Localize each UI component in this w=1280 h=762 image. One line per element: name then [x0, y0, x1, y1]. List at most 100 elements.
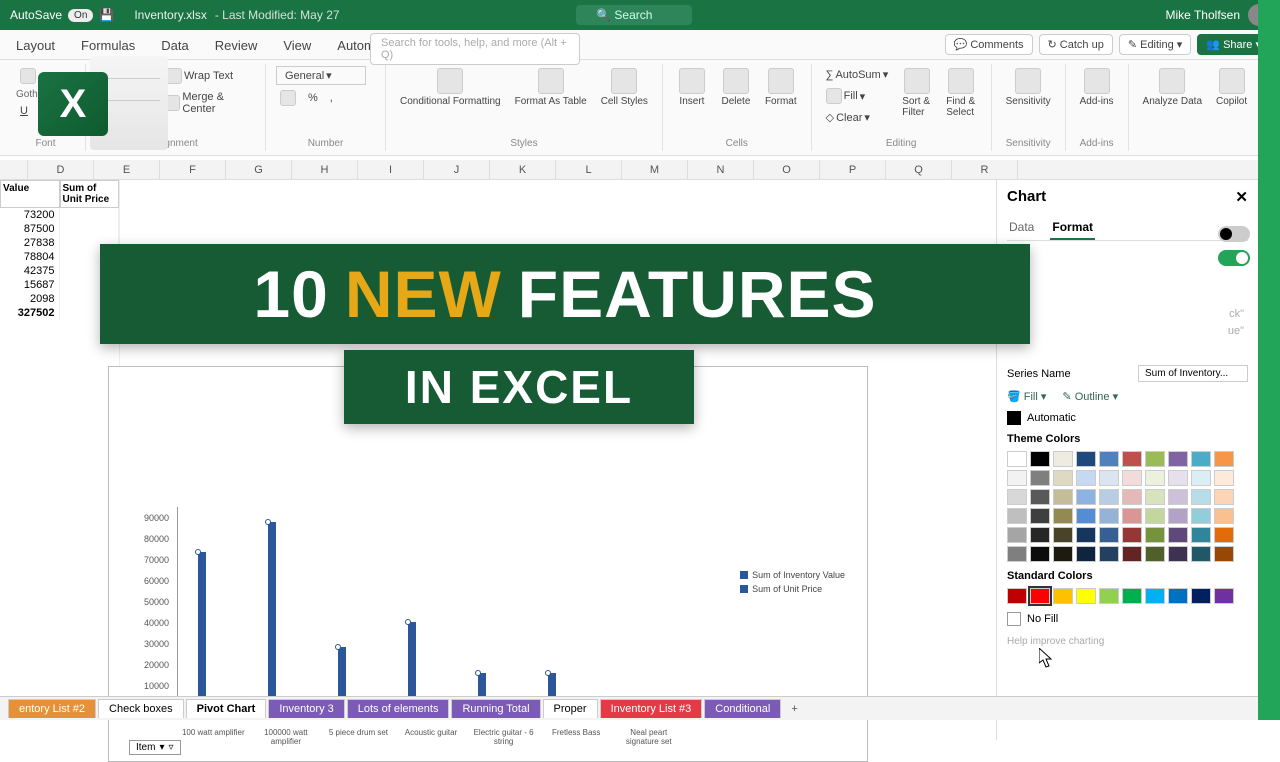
toggle-1[interactable]: [1218, 226, 1250, 242]
conditional-formatting-button[interactable]: Conditional Formatting: [396, 66, 505, 109]
color-swatch[interactable]: [1053, 546, 1073, 562]
color-swatch[interactable]: [1145, 527, 1165, 543]
color-swatch[interactable]: [1122, 527, 1142, 543]
clear-button[interactable]: ◇ Clear ▾: [822, 109, 893, 126]
percent-button[interactable]: %: [304, 88, 322, 108]
color-swatch[interactable]: [1030, 588, 1050, 604]
color-swatch[interactable]: [1030, 489, 1050, 505]
editing-button[interactable]: ✎ Editing ▾: [1119, 34, 1191, 55]
color-swatch[interactable]: [1191, 451, 1211, 467]
col-G[interactable]: G: [226, 160, 292, 179]
color-swatch[interactable]: [1076, 451, 1096, 467]
color-swatch[interactable]: [1099, 588, 1119, 604]
color-swatch[interactable]: [1191, 527, 1211, 543]
color-swatch[interactable]: [1076, 508, 1096, 524]
color-swatch[interactable]: [1214, 489, 1234, 505]
color-swatch[interactable]: [1007, 470, 1027, 486]
color-swatch[interactable]: [1145, 489, 1165, 505]
toggle-2[interactable]: [1218, 250, 1250, 266]
currency-button[interactable]: [276, 88, 300, 108]
color-swatch[interactable]: [1122, 546, 1142, 562]
chart-filter-dropdown[interactable]: Item▾▿: [129, 740, 181, 755]
sort-filter-button[interactable]: Sort & Filter: [898, 66, 936, 120]
tab-review[interactable]: Review: [205, 32, 268, 59]
color-swatch[interactable]: [1168, 489, 1188, 505]
col-P[interactable]: P: [820, 160, 886, 179]
color-swatch[interactable]: [1076, 470, 1096, 486]
automatic-color[interactable]: Automatic: [1007, 411, 1248, 425]
col-Q[interactable]: Q: [886, 160, 952, 179]
color-swatch[interactable]: [1122, 470, 1142, 486]
sheet-tab[interactable]: Pivot Chart: [186, 699, 267, 718]
color-swatch[interactable]: [1007, 508, 1027, 524]
sheet-tab[interactable]: Running Total: [451, 699, 540, 718]
col-I[interactable]: I: [358, 160, 424, 179]
color-swatch[interactable]: [1122, 489, 1142, 505]
fill-button[interactable]: Fill ▾: [822, 86, 893, 106]
color-swatch[interactable]: [1122, 451, 1142, 467]
chart-legend[interactable]: Sum of Inventory Value Sum of Unit Price: [740, 567, 845, 597]
color-swatch[interactable]: [1191, 470, 1211, 486]
color-swatch[interactable]: [1030, 470, 1050, 486]
col-L[interactable]: L: [556, 160, 622, 179]
color-swatch[interactable]: [1053, 470, 1073, 486]
comments-button[interactable]: 💬 Comments: [945, 34, 1033, 55]
color-swatch[interactable]: [1191, 588, 1211, 604]
col-F[interactable]: F: [160, 160, 226, 179]
analyze-data-button[interactable]: Analyze Data: [1139, 66, 1206, 109]
col-R[interactable]: R: [952, 160, 1018, 179]
insert-button[interactable]: Insert: [673, 66, 711, 109]
color-swatch[interactable]: [1145, 451, 1165, 467]
sensitivity-button[interactable]: Sensitivity: [1002, 66, 1055, 109]
filename[interactable]: Inventory.xlsx: [134, 8, 206, 22]
color-swatch[interactable]: [1030, 527, 1050, 543]
panel-toggles[interactable]: [1218, 226, 1250, 266]
color-swatch[interactable]: [1145, 588, 1165, 604]
titlebar-search[interactable]: 🔍 Search: [576, 5, 692, 25]
color-swatch[interactable]: [1030, 451, 1050, 467]
add-sheet-button[interactable]: +: [783, 700, 805, 718]
color-swatch[interactable]: [1053, 451, 1073, 467]
color-swatch[interactable]: [1076, 546, 1096, 562]
color-swatch[interactable]: [1076, 527, 1096, 543]
sheet-tab[interactable]: Inventory 3: [268, 699, 344, 718]
color-swatch[interactable]: [1053, 588, 1073, 604]
series-name-input[interactable]: Sum of Inventory...: [1138, 365, 1248, 382]
col-N[interactable]: N: [688, 160, 754, 179]
color-swatch[interactable]: [1099, 508, 1119, 524]
color-swatch[interactable]: [1168, 588, 1188, 604]
delete-button[interactable]: Delete: [717, 66, 755, 109]
standard-color-swatches[interactable]: [1007, 588, 1248, 604]
color-swatch[interactable]: [1030, 508, 1050, 524]
merge-center-button[interactable]: Merge & Center: [162, 89, 255, 117]
color-swatch[interactable]: [1214, 588, 1234, 604]
wrap-text-button[interactable]: Wrap Text: [162, 66, 255, 86]
color-swatch[interactable]: [1076, 588, 1096, 604]
col-O[interactable]: O: [754, 160, 820, 179]
color-swatch[interactable]: [1168, 470, 1188, 486]
color-swatch[interactable]: [1122, 508, 1142, 524]
panel-tab-format[interactable]: Format: [1050, 216, 1095, 240]
color-swatch[interactable]: [1145, 508, 1165, 524]
color-swatch[interactable]: [1053, 489, 1073, 505]
color-swatch[interactable]: [1007, 546, 1027, 562]
sheet-tabs[interactable]: entory List #2Check boxesPivot ChartInve…: [0, 696, 1258, 720]
col-D[interactable]: D: [28, 160, 94, 179]
color-swatch[interactable]: [1007, 489, 1027, 505]
find-select-button[interactable]: Find & Select: [942, 66, 980, 120]
cell-styles-button[interactable]: Cell Styles: [597, 66, 652, 109]
col-M[interactable]: M: [622, 160, 688, 179]
catchup-button[interactable]: ↻ Catch up: [1039, 34, 1113, 55]
tell-me-search[interactable]: Search for tools, help, and more (Alt + …: [370, 33, 580, 65]
color-swatch[interactable]: [1099, 451, 1119, 467]
col-header-value[interactable]: Value: [0, 180, 60, 208]
col-E[interactable]: E: [94, 160, 160, 179]
color-swatch[interactable]: [1007, 527, 1027, 543]
sheet-tab[interactable]: entory List #2: [8, 699, 96, 718]
col-header-sum-unit-price[interactable]: Sum of Unit Price: [60, 180, 120, 208]
color-swatch[interactable]: [1191, 508, 1211, 524]
tab-view[interactable]: View: [273, 32, 321, 59]
color-swatch[interactable]: [1168, 451, 1188, 467]
close-icon[interactable]: ✕: [1235, 188, 1248, 206]
sheet-tab[interactable]: Lots of elements: [347, 699, 450, 718]
